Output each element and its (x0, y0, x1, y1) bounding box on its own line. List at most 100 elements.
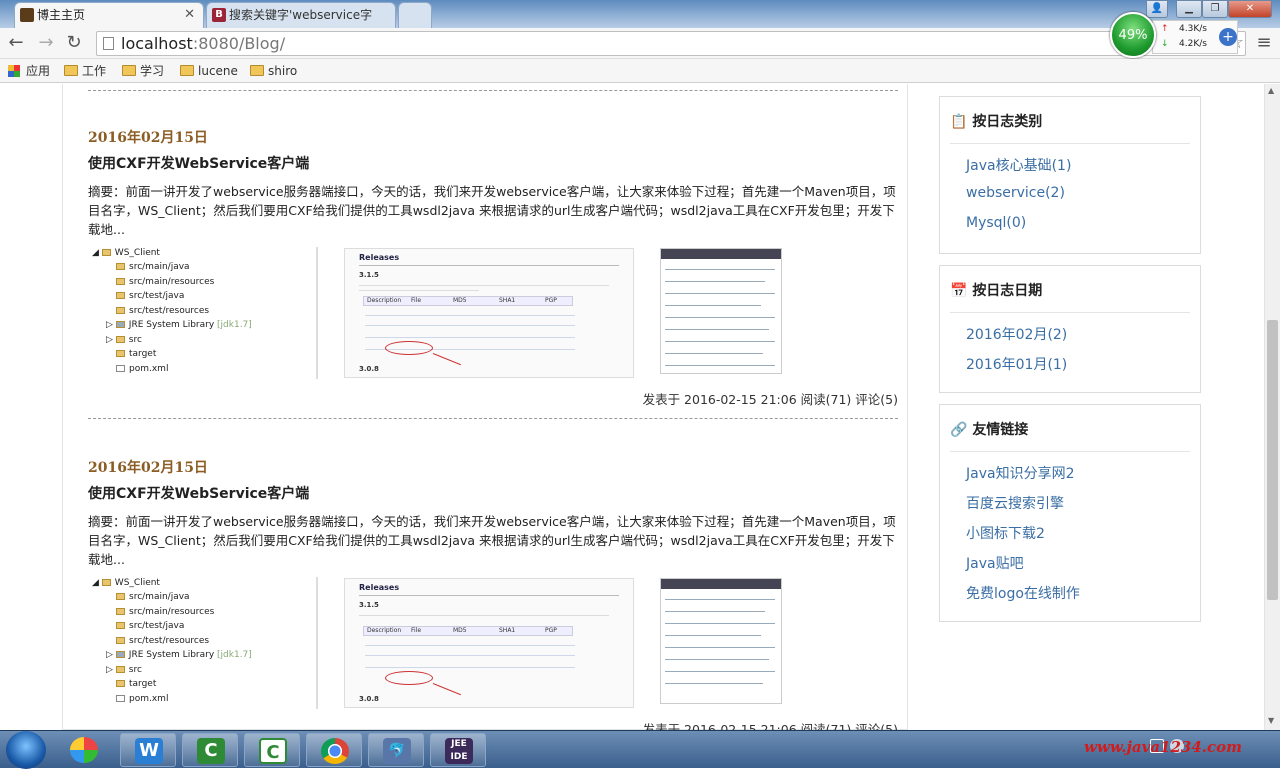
reload-icon[interactable]: ↻ (62, 31, 86, 55)
plus-icon[interactable]: + (1219, 28, 1237, 46)
text-line (359, 615, 609, 616)
taskbar-camtasia-1[interactable]: C (182, 733, 238, 767)
tree-item: pom.xml (116, 694, 168, 704)
col-header: SHA1 (499, 627, 516, 634)
col-header: MD5 (453, 627, 467, 634)
folder-icon (122, 65, 136, 76)
col-header: SHA1 (499, 297, 516, 304)
chrome-icon (321, 738, 349, 764)
taskbar-app-launcher[interactable] (56, 733, 112, 767)
bookmark-folder-shiro[interactable]: shiro (250, 59, 297, 83)
col-header: Description (367, 297, 402, 304)
project-tree-screenshot: ◢ WS_Client src/main/java src/main/resou… (88, 577, 318, 709)
clipboard-icon: 📋 (950, 114, 968, 130)
tree-item: src/main/resources (116, 277, 214, 287)
camtasia-recorder-icon: C (259, 738, 287, 764)
friend-link[interactable]: 免费logo在线制作 (966, 583, 1080, 603)
bookmark-folder-lucene[interactable]: lucene (180, 59, 238, 83)
date-archive-panel: 📅 按日志日期 2016年02月(2) 2016年01月(1) (939, 265, 1201, 393)
category-link[interactable]: webservice(2) (966, 185, 1065, 201)
taskbar-chrome[interactable] (306, 733, 362, 767)
version-label: 3.0.8 (359, 695, 379, 703)
post-title-link[interactable]: 使用CXF开发WebService客户端 (88, 483, 309, 503)
table-row (365, 655, 575, 656)
bootstrap-favicon-icon: B (212, 8, 226, 22)
vertical-scrollbar[interactable]: ▲ ▼ (1264, 84, 1280, 730)
scroll-up-icon[interactable]: ▲ (1268, 86, 1274, 95)
category-panel: 📋 按日志类别 Java核心基础(1) webservice(2) Mysql(… (939, 96, 1201, 254)
start-button[interactable] (6, 731, 46, 769)
tab-blog-home[interactable]: 博主主页 ✕ (14, 2, 204, 28)
table-row (365, 315, 575, 316)
shot-row (665, 329, 769, 330)
post-summary: 摘要：前面一讲开发了webservice服务器端接口，今天的话，我们来开发web… (88, 184, 896, 237)
tree-item: src/test/java (116, 621, 184, 631)
taskbar-wps[interactable]: W (120, 733, 176, 767)
shot-row (665, 305, 761, 306)
new-tab-button[interactable] (398, 2, 432, 28)
date-link[interactable]: 2016年02月(2) (966, 324, 1067, 344)
post-date: 2016年02月15日 (88, 460, 208, 476)
tree-item: src/main/resources (116, 607, 214, 617)
shot-row (665, 317, 775, 318)
wps-writer-icon: W (135, 738, 163, 764)
upload-speed: 4.3K/s (1179, 24, 1207, 34)
bookmark-apps[interactable]: 应用 (8, 59, 50, 83)
folder-icon (64, 65, 78, 76)
text-line (359, 290, 479, 291)
post-meta: 发表于 2016-02-15 21:06 阅读(71) 评论(5) (642, 722, 898, 730)
scroll-down-icon[interactable]: ▼ (1268, 716, 1274, 725)
divider (359, 595, 619, 596)
panel-heading: 🔗 友情链接 (950, 422, 1029, 438)
back-icon[interactable]: ← (4, 31, 28, 55)
friend-link[interactable]: 小图标下载2 (966, 523, 1045, 543)
shot-row (665, 623, 775, 624)
forward-icon[interactable]: → (34, 31, 58, 55)
releases-screenshot: Releases 3.1.5 Description File MD5 SHA1… (344, 248, 634, 378)
page-icon (103, 37, 114, 50)
taskbar-eclipse[interactable]: JEE IDE (430, 733, 486, 767)
post-title-link[interactable]: 使用CXF开发WebService客户端 (88, 153, 309, 173)
watermark-text: www.java1234.com (1084, 738, 1243, 756)
divider (950, 312, 1190, 313)
version-label: 3.0.8 (359, 365, 379, 373)
tree-item: ▷ JRE System Library [jdk1.7] (106, 320, 252, 330)
releases-heading: Releases (359, 253, 400, 262)
bookmark-folder-work[interactable]: 工作 (64, 59, 106, 83)
shot-row (665, 269, 775, 270)
network-monitor-widget[interactable]: ↑ 4.3K/s ↓ 4.2K/s + 49% (1108, 12, 1238, 60)
col-header: File (411, 627, 422, 634)
bookmark-label: 工作 (82, 64, 107, 78)
date-link[interactable]: 2016年01月(1) (966, 354, 1067, 374)
taskbar-camtasia-2[interactable]: C (244, 733, 300, 767)
taskbar-mysql[interactable]: 🐬 (368, 733, 424, 767)
tree-item: target (116, 349, 156, 359)
col-header: PGP (545, 627, 557, 634)
bookmark-label: lucene (198, 64, 238, 78)
friend-link[interactable]: Java知识分享网2 (966, 463, 1074, 483)
tab-title: 博主主页 (37, 8, 86, 22)
tab-search[interactable]: B 搜索关键字'webservice字 (206, 2, 396, 28)
shot-row (665, 281, 765, 282)
shot-row (665, 293, 775, 294)
chrome-menu-icon[interactable]: ≡ (1252, 31, 1276, 55)
upload-arrow-icon: ↑ (1161, 24, 1169, 34)
bookmark-folder-study[interactable]: 学习 (122, 59, 164, 83)
apps-grid-icon (8, 65, 20, 77)
friend-link[interactable]: 百度云搜索引擎 (966, 493, 1064, 513)
bookmark-label: 学习 (140, 64, 165, 78)
col-header: MD5 (453, 297, 467, 304)
friend-link[interactable]: Java贴吧 (966, 553, 1024, 573)
col-header: File (411, 297, 422, 304)
dolphin-icon: 🐬 (383, 738, 411, 764)
tree-item: ▷ src (106, 665, 142, 675)
scrollbar-thumb[interactable] (1267, 320, 1278, 600)
bookmark-label: shiro (268, 64, 298, 78)
text-line (359, 285, 609, 286)
shot-row (665, 671, 775, 672)
address-bar[interactable]: localhost:8080/Blog/ (96, 31, 1246, 56)
shot-row (665, 659, 769, 660)
close-tab-icon[interactable]: ✕ (184, 3, 195, 27)
category-link[interactable]: Mysql(0) (966, 215, 1026, 231)
category-link[interactable]: Java核心基础(1) (966, 155, 1071, 175)
